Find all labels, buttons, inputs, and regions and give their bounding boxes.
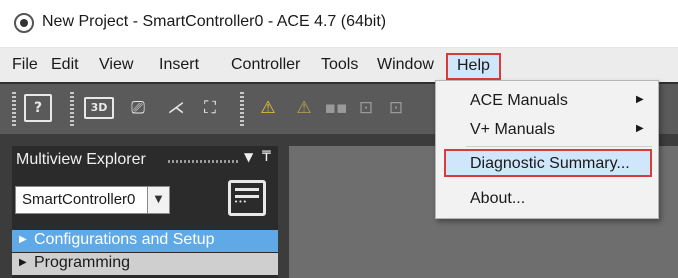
- header-grip[interactable]: [168, 160, 240, 163]
- expand-arrow-icon[interactable]: ▶: [19, 257, 27, 268]
- window-title: New Project - SmartController0 - ACE 4.7…: [42, 13, 387, 30]
- menu-view[interactable]: View: [99, 48, 133, 82]
- network-icon[interactable]: ⛶: [196, 94, 224, 122]
- menu-file[interactable]: File: [12, 48, 38, 82]
- menu-edit[interactable]: Edit: [51, 48, 79, 82]
- explorer-title: Multiview Explorer: [16, 151, 146, 168]
- controller-select-value: SmartController0: [22, 191, 136, 208]
- menu-controller[interactable]: Controller: [231, 48, 300, 82]
- submenu-arrow-icon: ▶: [636, 123, 644, 134]
- controller-icon[interactable]: [228, 180, 266, 216]
- device-icon[interactable]: ⎚: [124, 94, 152, 122]
- title-bar: New Project - SmartController0 - ACE 4.7…: [0, 0, 678, 48]
- grid-icon[interactable]: ▪▪: [322, 94, 350, 122]
- menu-help-label: Help: [457, 57, 490, 74]
- toolbar-grip[interactable]: [240, 92, 244, 126]
- menu-window[interactable]: Window: [377, 48, 434, 82]
- explorer-header: Multiview Explorer ▼ ₸: [12, 149, 278, 172]
- io-alt-icon[interactable]: ⊡: [382, 94, 410, 122]
- tree-item-configurations[interactable]: ▶ Configurations and Setup: [12, 230, 278, 252]
- tool-icon[interactable]: ⋌: [162, 94, 190, 122]
- menu-help[interactable]: Help: [446, 53, 501, 80]
- menu-tools[interactable]: Tools: [321, 48, 358, 82]
- tree-item-label: Configurations and Setup: [34, 231, 215, 248]
- pin-icon[interactable]: ₸: [262, 149, 271, 165]
- menu-insert[interactable]: Insert: [159, 48, 199, 82]
- tree-item-label: Programming: [34, 254, 131, 271]
- menu-item-label: About...: [470, 190, 526, 207]
- menu-item-about[interactable]: About...: [436, 185, 658, 213]
- menu-item-diagnostic-summary[interactable]: Diagnostic Summary...: [444, 149, 652, 177]
- expand-arrow-icon[interactable]: ▶: [19, 234, 27, 245]
- tree-item-programming[interactable]: ▶ Programming: [12, 253, 278, 275]
- controller-select[interactable]: SmartController0 ▼: [15, 186, 170, 214]
- app-icon: [14, 13, 34, 33]
- menu-separator: [466, 146, 652, 147]
- disabled-warning-icon[interactable]: ⚠: [290, 94, 318, 122]
- chevron-down-icon[interactable]: ▼: [147, 187, 169, 213]
- toolbar-grip[interactable]: [70, 92, 74, 126]
- help-icon[interactable]: ?: [24, 94, 52, 122]
- menu-item-label: V+ Manuals: [470, 121, 555, 138]
- io-icon[interactable]: ⊡: [352, 94, 380, 122]
- menu-bar: File Edit View Insert Controller Tools W…: [0, 48, 678, 82]
- toolbar-grip[interactable]: [12, 92, 16, 126]
- menu-item-vplus-manuals[interactable]: V+ Manuals ▶: [436, 116, 658, 144]
- menu-item-label: Diagnostic Summary...: [470, 155, 630, 172]
- submenu-arrow-icon: ▶: [636, 94, 644, 105]
- warning-icon[interactable]: ⚠: [254, 94, 282, 122]
- menu-item-ace-manuals[interactable]: ACE Manuals ▶: [436, 87, 658, 115]
- help-dropdown-menu: ACE Manuals ▶ V+ Manuals ▶ Diagnostic Su…: [435, 80, 659, 219]
- chevron-down-icon[interactable]: ▼: [244, 150, 253, 164]
- menu-item-label: ACE Manuals: [470, 92, 568, 109]
- 3d-view-icon[interactable]: 3D: [84, 97, 114, 119]
